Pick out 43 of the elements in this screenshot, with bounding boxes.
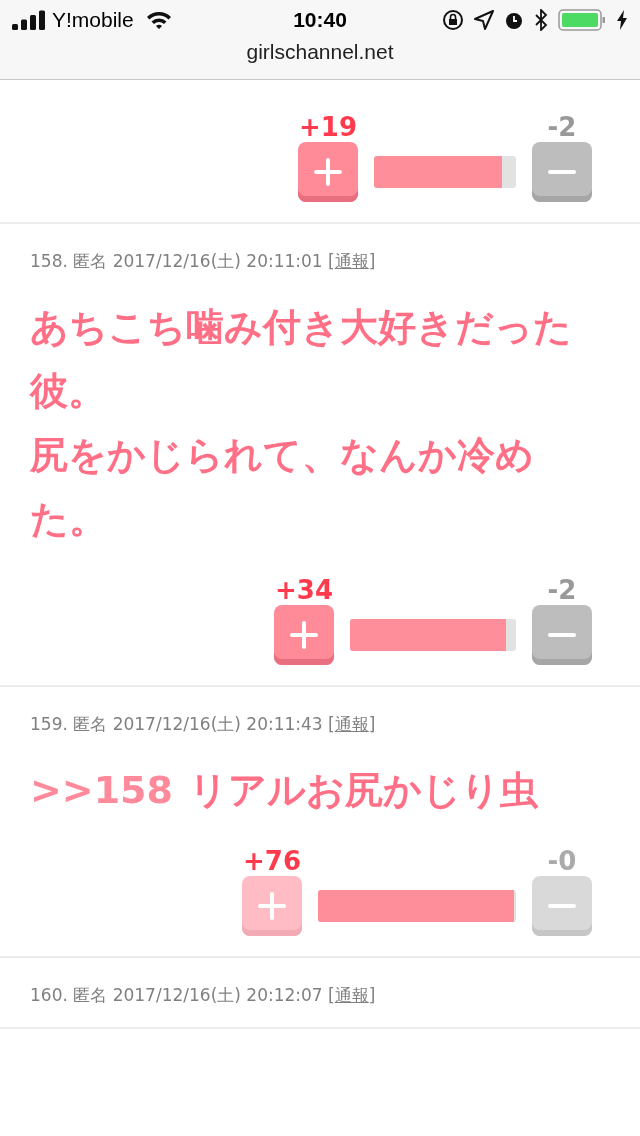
plus-button[interactable] [298,142,358,202]
plus-count: +34 [275,575,333,605]
plus-icon [289,620,319,650]
bluetooth-icon [534,9,548,31]
alarm-clock-icon [504,10,524,30]
plus-count: +76 [243,846,301,876]
plus-icon [257,891,287,921]
report-link[interactable]: 通報 [334,714,369,734]
minus-count: -2 [547,575,577,605]
bracket: ] [368,251,376,271]
battery-icon [558,9,606,31]
comment-text: リアルお尻かじり虫 [189,768,538,812]
report-link[interactable]: 通報 [334,251,369,271]
rotation-lock-icon [442,9,464,31]
minus-button[interactable] [532,605,592,665]
wifi-icon [145,10,172,30]
minus-count: -2 [547,112,577,142]
bracket: ] [368,714,376,734]
address-bar-domain[interactable]: girlschannel.net [0,40,640,64]
bracket: [ [328,251,335,271]
comment-text: 尻をかじられて、なんか冷めた。 [30,433,534,541]
minus-icon [547,169,577,175]
plus-button[interactable] [274,605,334,665]
plus-icon [313,157,343,187]
comment-text: あちこち噛み付き大好きだった彼。 [30,305,572,413]
minus-icon [547,903,577,909]
post-meta: 159. 匿名 2017/12/16(土) 20:11:43 [30,714,324,734]
carrier-name: Y!mobile [52,8,134,32]
bracket: [ [328,985,335,1005]
post-meta: 160. 匿名 2017/12/16(土) 20:12:07 [30,985,324,1005]
reply-anchor-link[interactable]: >>158 [30,768,173,812]
minus-icon [547,632,577,638]
charging-bolt-icon [616,10,628,30]
bracket: ] [368,985,376,1005]
clock-time: 10:40 [293,8,347,32]
minus-button[interactable] [532,142,592,202]
post-meta: 158. 匿名 2017/12/16(土) 20:11:01 [30,251,324,271]
report-link[interactable]: 通報 [334,985,369,1005]
signal-icon [12,10,46,30]
bracket: [ [328,714,335,734]
location-arrow-icon [474,10,494,30]
minus-count: -0 [547,846,577,876]
plus-count: +19 [299,112,357,142]
